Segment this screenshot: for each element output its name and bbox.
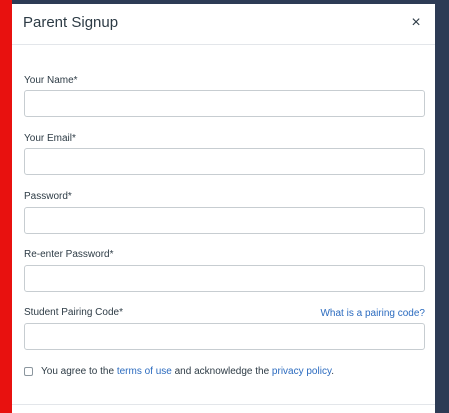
password-confirm-field[interactable] <box>24 265 425 292</box>
privacy-policy-link[interactable]: privacy policy <box>272 366 331 377</box>
background-left-panel <box>0 0 12 413</box>
agreement-middle: and acknowledge the <box>171 366 272 377</box>
agreement-suffix: . <box>331 366 334 377</box>
email-field[interactable] <box>24 148 425 175</box>
email-label: Your Email* <box>24 133 76 144</box>
agree-checkbox[interactable] <box>24 367 33 376</box>
close-icon[interactable]: × <box>407 14 425 32</box>
name-field[interactable] <box>24 90 425 117</box>
pairing-code-label: Student Pairing Code* <box>24 307 123 318</box>
parent-signup-dialog: Parent Signup × Your Name* Your Email* P… <box>12 4 435 413</box>
name-label: Your Name* <box>24 75 78 86</box>
pairing-code-help-link[interactable]: What is a pairing code? <box>320 308 425 319</box>
pairing-code-field[interactable] <box>24 323 425 350</box>
footer-divider <box>12 404 435 405</box>
background-right-panel <box>435 0 449 413</box>
terms-of-use-link[interactable]: terms of use <box>117 366 172 377</box>
agreement-prefix: You agree to the <box>41 366 117 377</box>
password-label: Password* <box>24 191 72 202</box>
password-confirm-label: Re-enter Password* <box>24 249 114 260</box>
dialog-header: Parent Signup × <box>12 4 435 45</box>
agreement-text: You agree to the terms of use and acknow… <box>41 366 334 377</box>
dialog-title: Parent Signup <box>23 14 119 31</box>
agreement-row: You agree to the terms of use and acknow… <box>24 366 334 377</box>
password-field[interactable] <box>24 207 425 234</box>
